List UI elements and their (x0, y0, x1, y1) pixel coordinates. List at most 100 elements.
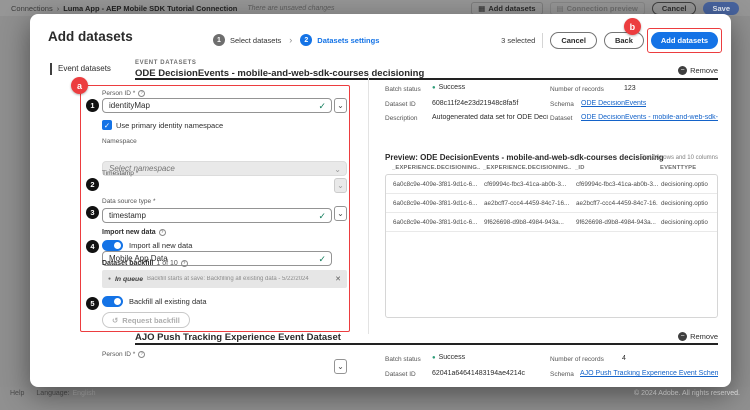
connection-preview-button[interactable]: ▤ Connection preview (550, 2, 645, 15)
schema-link-2[interactable]: AJO Push Tracking Experience Event Schem… (580, 370, 718, 377)
column-header[interactable]: EVENTTYPE (660, 165, 716, 171)
annotation-badge-5: 5 (86, 297, 99, 310)
remove-minus-icon: − (678, 66, 687, 75)
timestamp-field[interactable] (103, 209, 331, 222)
cell: decisioning.optio (661, 175, 717, 194)
modal-header-actions: 3 selected Cancel Back Add datasets b (501, 32, 718, 49)
section1-remove-label: Remove (690, 66, 718, 75)
backfill-status-bar: ● In queue Backfill starts at save: Back… (102, 270, 347, 288)
content-divider (368, 76, 369, 334)
cell: 9f626698-d9b8-4984-943a... (576, 213, 658, 232)
back-button[interactable]: Back (604, 32, 644, 49)
remove-minus-icon: − (678, 332, 687, 341)
sidebar-item-event-datasets[interactable]: Event datasets (50, 63, 111, 75)
section2-remove-button[interactable]: − Remove (678, 332, 718, 341)
annotation-badge-4: 4 (86, 240, 99, 253)
info-icon[interactable]: ? (181, 260, 188, 267)
dataset-grid-icon: ▦ (478, 4, 485, 13)
add-datasets-button-wrap: Add datasets b (651, 32, 718, 49)
dataset-id-value-2: 62041a64641483194ae4214c (432, 370, 525, 377)
breadcrumb-separator-icon: › (57, 4, 60, 13)
section1-rule (135, 78, 718, 80)
namespace-label: Namespace (102, 138, 137, 145)
backfill-toggle-row: Backfill all existing data (102, 296, 207, 307)
person-id-dropdown-button[interactable]: ⌄ (334, 98, 347, 113)
cell: 6a0c8c9e-409e-3f81-9d1c-6... (393, 213, 481, 232)
data-source-label: Data source type * (102, 198, 155, 205)
schema-link[interactable]: ODE DecisionEvents (581, 100, 646, 107)
topbar-cancel-button[interactable]: Cancel (652, 2, 697, 15)
modal-title: Add datasets (48, 29, 133, 44)
step-separator-icon: › (286, 35, 295, 45)
section2-remove-label: Remove (690, 332, 718, 341)
queue-status-dot-icon: ● (108, 276, 111, 282)
step-2-label[interactable]: Datasets settings (317, 36, 379, 45)
cell: 6a0c8c9e-409e-3f81-9d1c-6... (393, 175, 481, 194)
page: Connections › Luma App - AEP Mobile SDK … (0, 0, 750, 410)
cell: decisioning.optio (661, 213, 717, 232)
selected-count: 3 selected (501, 36, 535, 45)
description-label: Description (385, 115, 418, 122)
data-source-dropdown-button[interactable]: ⌄ (334, 206, 347, 221)
import-toggle[interactable] (102, 240, 123, 251)
records-label-2: Number of records (550, 356, 604, 363)
cancel-button[interactable]: Cancel (550, 32, 597, 49)
step-1-label[interactable]: Select datasets (230, 36, 281, 45)
primary-namespace-checkbox-row[interactable]: ✓ Use primary identity namespace (102, 120, 223, 130)
primary-namespace-label: Use primary identity namespace (116, 121, 223, 130)
backfill-toggle[interactable] (102, 296, 123, 307)
preview-table: 6a0c8c9e-409e-3f81-9d1c-6... cf69994c-fb… (385, 174, 718, 318)
import-toggle-label: Import all new data (129, 241, 192, 250)
info-icon[interactable]: ? (138, 90, 145, 97)
section-eyebrow: EVENT DATASETS (135, 60, 197, 66)
table-row[interactable]: 6a0c8c9e-409e-3f81-9d1c-6... 9f626698-d9… (386, 213, 717, 232)
person-id-input[interactable]: ✓ (102, 98, 332, 113)
table-row[interactable]: 6a0c8c9e-409e-3f81-9d1c-6... ae2bcff7-cc… (386, 194, 717, 213)
description-value: Autogenerated data set for ODE DecisionE… (432, 114, 548, 121)
column-header[interactable]: _EXPERIENCE.DECISIONING... (392, 165, 480, 171)
dataset-backfill-label: Dataset backfill 1 of 10 ? (102, 260, 188, 267)
timestamp-label: Timestamp * (102, 170, 138, 177)
close-icon[interactable]: ✕ (335, 275, 341, 283)
column-header[interactable]: _ID (575, 165, 657, 171)
dataset-id-value: 608c11f24e23d21948c8fa5f (432, 100, 518, 107)
undo-icon: ↺ (112, 316, 118, 325)
person-id-label: Person ID * ? (102, 90, 145, 97)
request-backfill-label: Request backfill (122, 316, 180, 325)
unsaved-changes-note: There are unsaved changes (247, 5, 334, 12)
add-datasets-button[interactable]: Add datasets (651, 32, 718, 49)
batch-status-value-2: ● Success (432, 354, 465, 361)
section1-remove-button[interactable]: − Remove (678, 66, 718, 75)
topbar-add-datasets-button[interactable]: ▦ Add datasets (471, 2, 542, 15)
language-setting[interactable]: Language:English (36, 390, 95, 410)
step-2-circle: 2 (300, 34, 312, 46)
annotation-a-circle: a (71, 77, 88, 94)
breadcrumb-root[interactable]: Connections (11, 4, 53, 13)
info-icon[interactable]: ? (138, 351, 145, 358)
connection-preview-label: Connection preview (567, 4, 638, 13)
import-toggle-row: Import all new data (102, 240, 192, 251)
person-id-dropdown-button-2[interactable]: ⌄ (334, 359, 347, 374)
cell: cf69994c-fbc3-41ca-ab0b-3... (484, 175, 572, 194)
person-id-field[interactable] (103, 99, 331, 112)
timestamp-input[interactable]: ✓ (102, 208, 332, 223)
checkbox-checked-icon[interactable]: ✓ (102, 120, 112, 130)
request-backfill-button[interactable]: ↺ Request backfill (102, 312, 190, 328)
batch-status-label-2: Batch status (385, 356, 421, 363)
info-icon[interactable]: ? (159, 229, 166, 236)
schema-label-2: Schema (550, 371, 574, 378)
topbar-save-button[interactable]: Save (703, 2, 739, 15)
column-header[interactable]: _EXPERIENCE.DECISIONING... (483, 165, 571, 171)
namespace-select: ⌄ (102, 161, 347, 176)
backfill-toggle-label: Backfill all existing data (129, 297, 207, 306)
table-row[interactable]: 6a0c8c9e-409e-3f81-9d1c-6... cf69994c-fb… (386, 175, 717, 194)
help-link[interactable]: Help (10, 390, 24, 410)
annotation-badge-1: 1 (86, 99, 99, 112)
dataset-link[interactable]: ODE DecisionEvents - mobile-and-web-sdk-… (581, 114, 718, 121)
section2-title: AJO Push Tracking Experience Event Datas… (135, 332, 341, 343)
valid-check-icon: ✓ (318, 211, 326, 222)
schema-label: Schema (550, 101, 574, 108)
topbar-actions: ▦ Add datasets ▤ Connection preview Canc… (471, 2, 739, 15)
language-value[interactable]: English (73, 390, 96, 397)
import-new-data-label: Import new data ? (102, 229, 166, 236)
